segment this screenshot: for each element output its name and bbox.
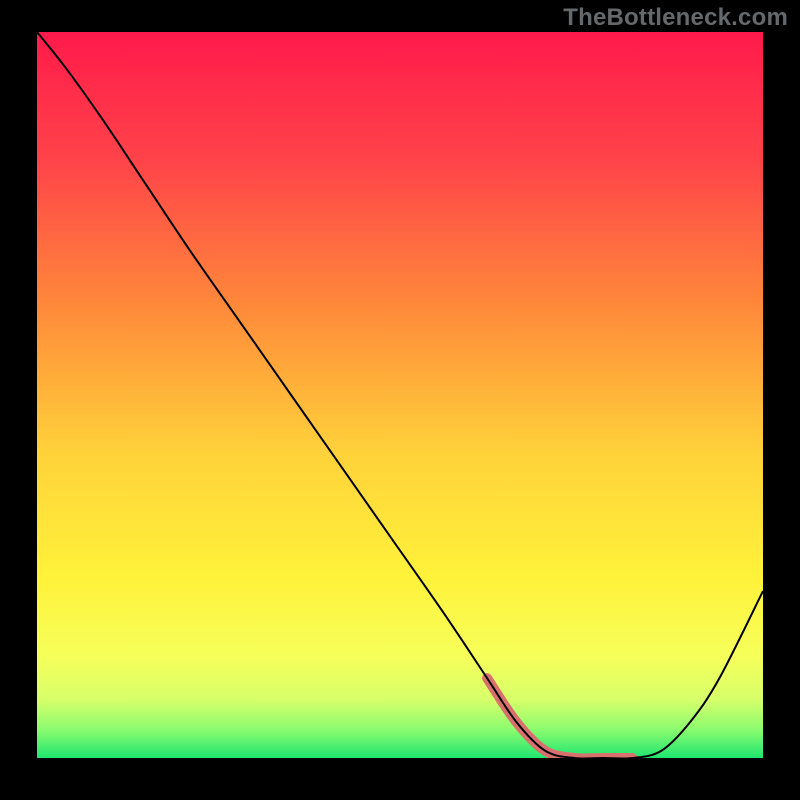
chart-area [37, 32, 763, 758]
watermark-text: TheBottleneck.com [563, 4, 788, 32]
chart-background [37, 32, 763, 758]
